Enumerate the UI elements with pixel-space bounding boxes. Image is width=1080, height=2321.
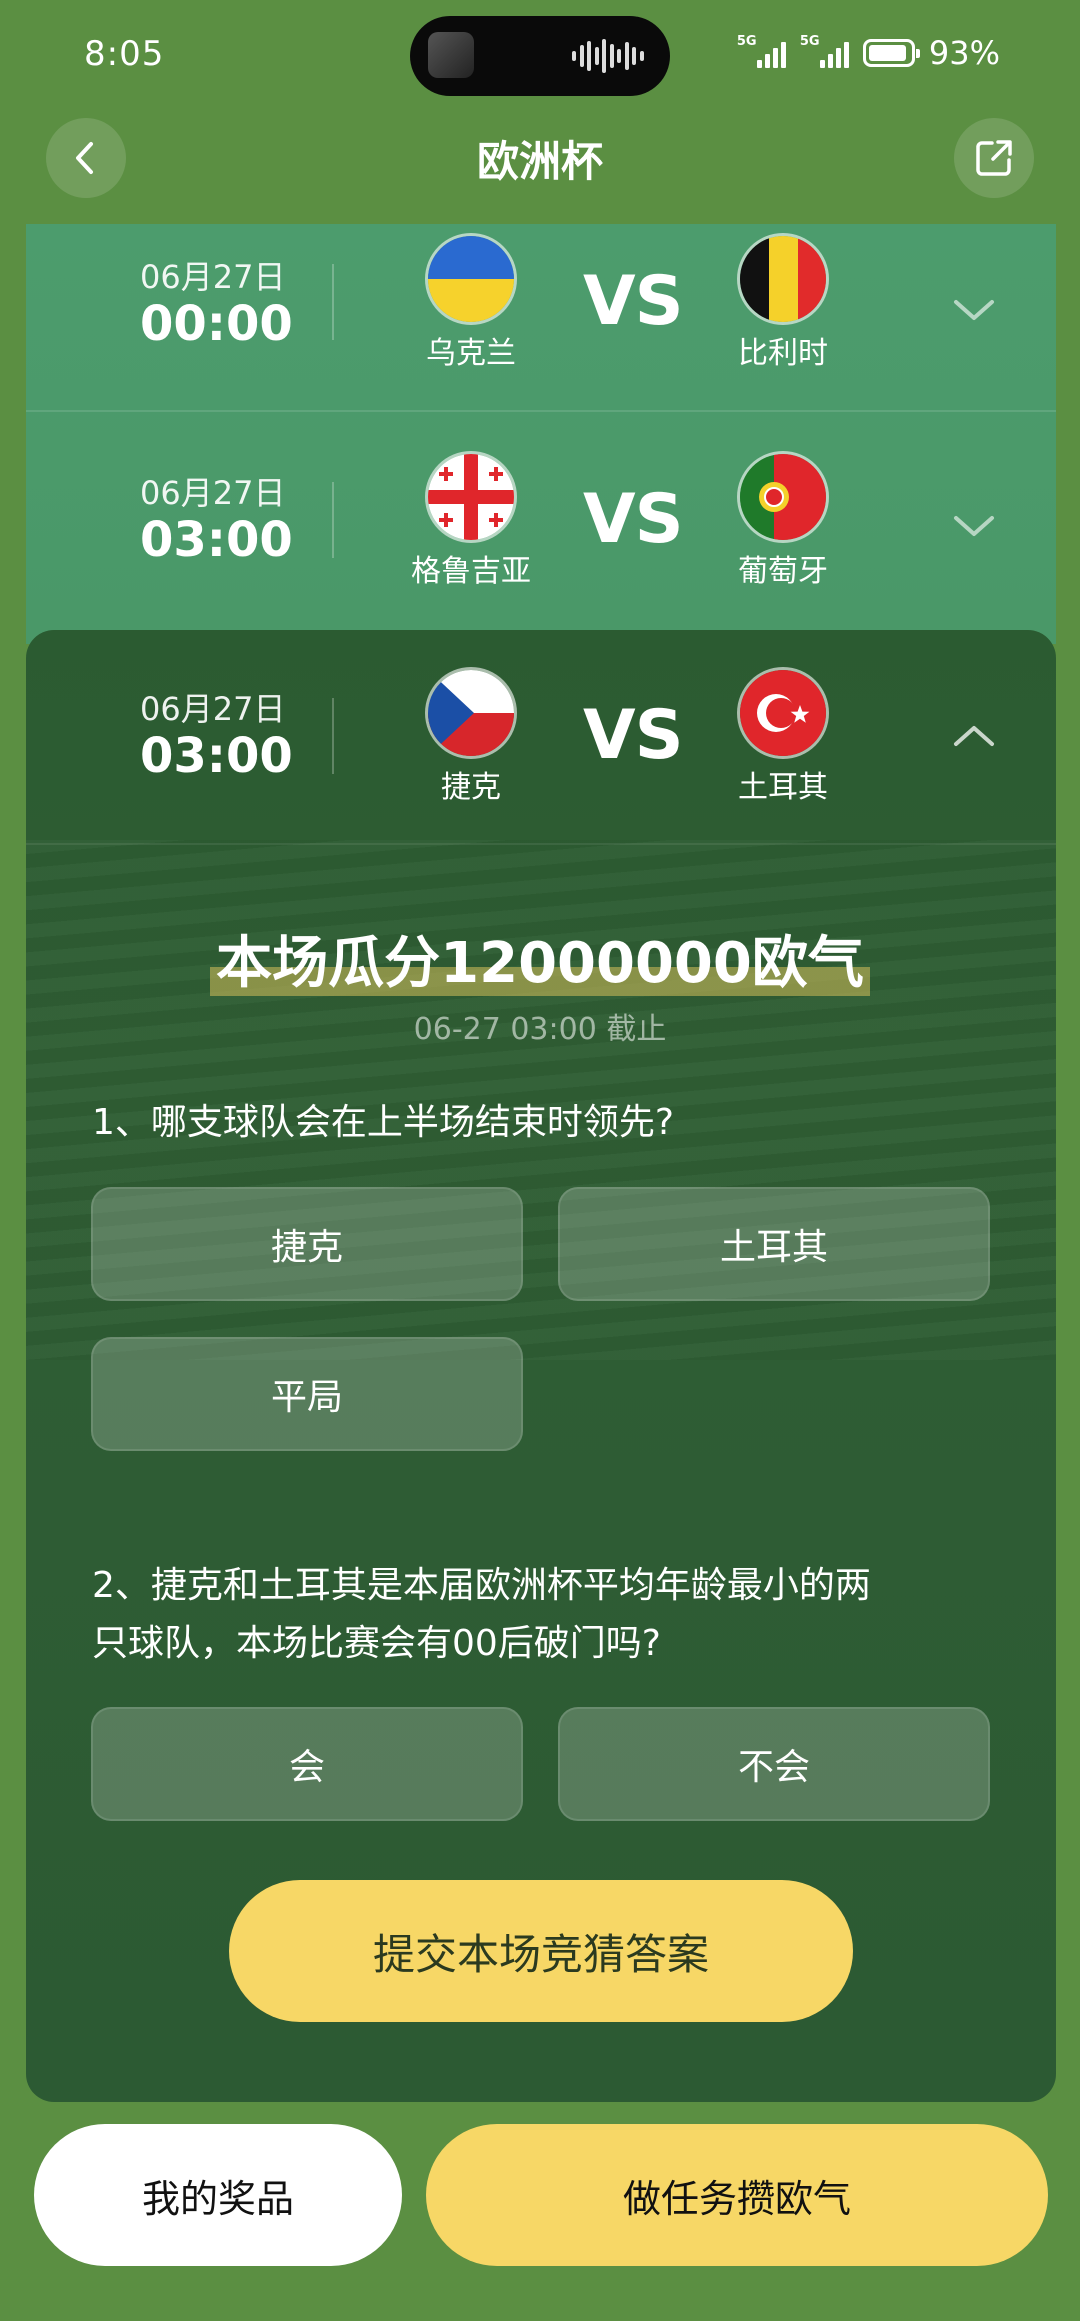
flag-belgium-icon: [740, 236, 826, 322]
share-button[interactable]: [954, 118, 1034, 198]
team-home: 捷克: [441, 770, 501, 805]
dynamic-island[interactable]: [410, 16, 670, 96]
team-home: 格鲁吉亚: [411, 554, 531, 589]
match-row-3[interactable]: 06月27日 03:00 捷克 VS 土耳其: [0, 630, 1080, 842]
team-away: 葡萄牙: [738, 554, 828, 589]
match-date: 06月27日: [140, 474, 286, 512]
signal-icon-2: 5G: [800, 34, 849, 68]
option-draw[interactable]: 平局: [91, 1337, 523, 1451]
flag-czech-icon: [428, 670, 514, 756]
match-date: 06月27日: [140, 690, 286, 728]
share-icon: [976, 140, 1012, 176]
vs-label: VS: [583, 480, 684, 559]
battery-icon: [862, 39, 920, 67]
divider: [332, 698, 334, 774]
chevron-up-icon[interactable]: [952, 722, 996, 750]
status-indicators: 5G 5G 93%: [737, 34, 1000, 72]
team-away: 土耳其: [738, 770, 828, 805]
match-row-1[interactable]: 06月27日 00:00 乌克兰 VS 比利时: [0, 224, 1080, 410]
question-2-line1: 2、捷克和土耳其是本届欧洲杯平均年龄最小的两: [92, 1565, 871, 1606]
vs-label: VS: [583, 696, 684, 775]
chevron-down-icon[interactable]: [952, 512, 996, 540]
divider: [332, 482, 334, 558]
album-thumbnail: [428, 32, 474, 78]
match-date: 06月27日: [140, 258, 286, 296]
reward-headline: 本场瓜分12000000欧气: [0, 918, 1080, 999]
battery-percent: 93%: [928, 34, 1000, 72]
team-away: 比利时: [738, 336, 828, 371]
question-2-line2: 只球队，本场比赛会有00后破门吗?: [92, 1623, 661, 1664]
match-time: 03:00: [140, 728, 293, 784]
match-row-2[interactable]: 06月27日 03:00 格鲁吉亚 VS 葡萄牙: [0, 412, 1080, 630]
chevron-down-icon[interactable]: [952, 296, 996, 324]
team-home: 乌克兰: [426, 336, 516, 371]
question-2: 2、捷克和土耳其是本届欧洲杯平均年龄最小的两 只球队，本场比赛会有00后破门吗?: [92, 1557, 992, 1673]
submit-answers-button[interactable]: 提交本场竞猜答案: [229, 1880, 853, 2022]
page-title: 欧洲杯: [476, 137, 603, 186]
option-turkey[interactable]: 土耳其: [558, 1187, 990, 1301]
option-yes[interactable]: 会: [91, 1707, 523, 1821]
flag-ukraine-icon: [428, 236, 514, 322]
flag-turkey-icon: [740, 670, 826, 756]
my-prizes-button[interactable]: 我的奖品: [34, 2124, 402, 2266]
option-czech[interactable]: 捷克: [91, 1187, 523, 1301]
question-1: 1、哪支球队会在上半场结束时领先?: [92, 1102, 675, 1143]
signal-icon: 5G: [737, 34, 786, 68]
flag-portugal-icon: [740, 454, 826, 540]
audio-wave-icon: [572, 38, 644, 74]
do-tasks-button[interactable]: 做任务攒欧气: [426, 2124, 1048, 2266]
divider: [332, 264, 334, 340]
match-time: 00:00: [140, 296, 293, 352]
flag-georgia-icon: [428, 454, 514, 540]
status-time: 8:05: [84, 34, 165, 74]
row-divider: [26, 843, 1056, 845]
match-time: 03:00: [140, 512, 293, 568]
option-no[interactable]: 不会: [558, 1707, 990, 1821]
vs-label: VS: [583, 262, 684, 341]
deadline-text: 06-27 03:00 截止: [413, 1012, 667, 1047]
